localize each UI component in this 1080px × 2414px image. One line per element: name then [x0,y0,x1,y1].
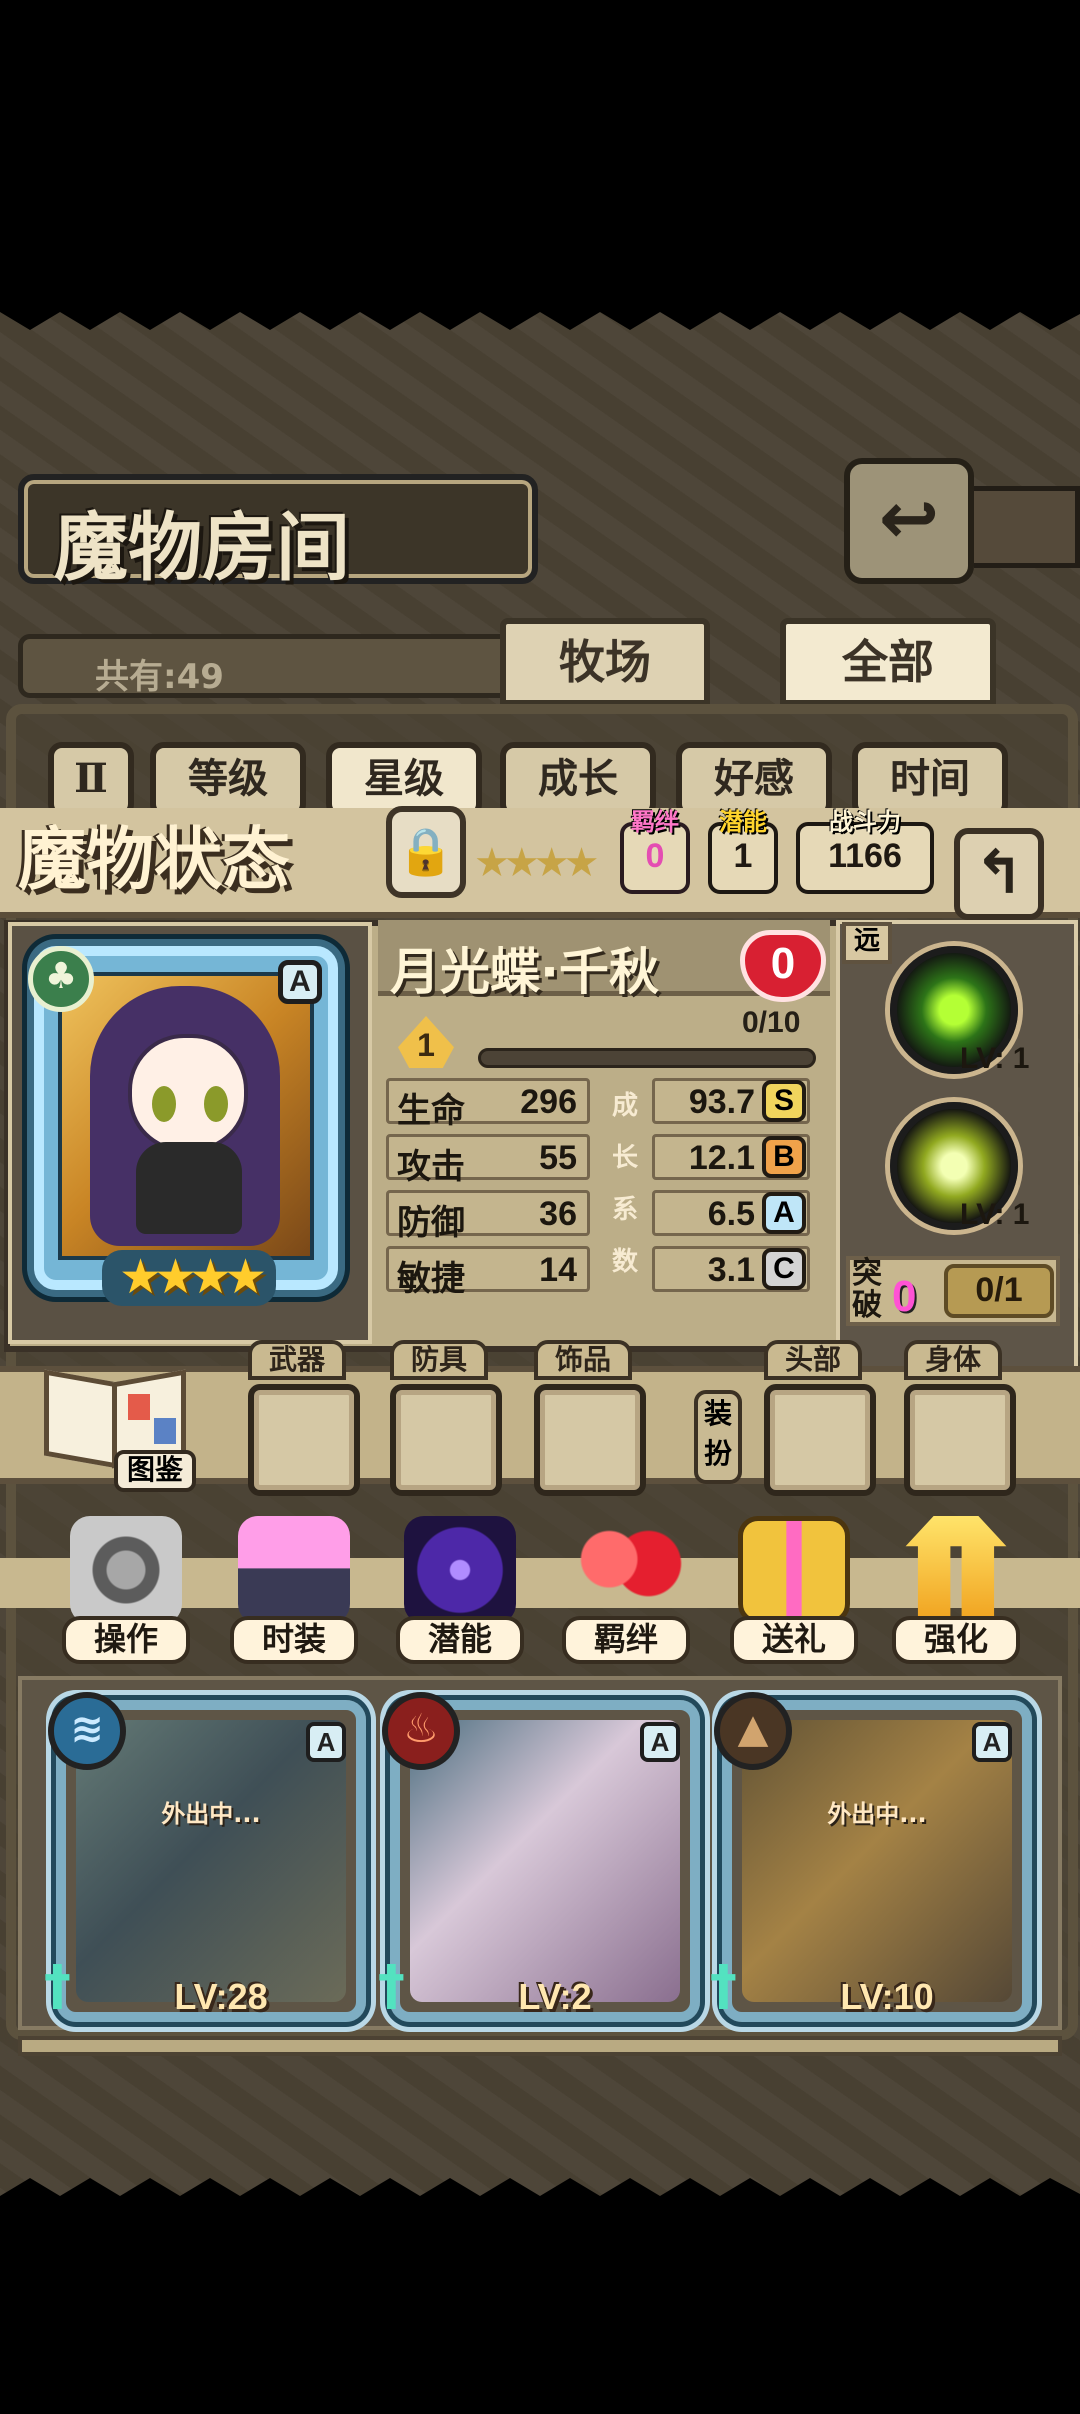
range-tag: 远 [842,922,892,964]
gift-button[interactable]: 送礼 [730,1516,858,1664]
return-arrow-icon: ↰ [973,838,1025,908]
monster-list-item[interactable]: ♨ A † LV:2 [378,1692,700,2022]
grade-attack: B [762,1136,806,1178]
status-back-button[interactable]: ↰ [954,828,1044,920]
monster-list-portrait [76,1720,346,2002]
stat-attack: 攻击 55 [386,1134,590,1187]
portrait-face [128,1034,248,1152]
costume-label: 装扮 [694,1390,742,1484]
rank-badge: A [640,1722,680,1762]
monster-stars: ★★★★ [102,1250,276,1306]
head-label: 头部 [764,1340,862,1380]
xp-bar [478,1048,816,1068]
fashion-button[interactable]: 时装 [230,1516,358,1664]
stat-hp: 生命 296 [386,1078,590,1131]
operation-button[interactable]: 操作 [62,1516,190,1664]
xp-text: 0/10 [742,1006,801,1039]
lock-button[interactable]: 🔒 [386,806,466,898]
game-screen: 魔物房间 ↩ 共有:49 牧场 全部 Ⅱ 等级 星级 成长 好感 时间 魔物状态… [0,296,1080,2212]
pause-sort-icon: Ⅱ [74,755,108,802]
monster-list-item[interactable]: ≋ A 外出中... † LV:28 [44,1692,366,2022]
head-slot[interactable] [764,1384,876,1496]
earth-element-icon: ▲ [714,1692,792,1770]
portrait-body [136,1142,242,1234]
gift-icon [738,1516,850,1624]
sort-affection-button[interactable]: 好感 [676,742,832,818]
monster-level: LV:10 [840,1976,934,2017]
bond-button[interactable]: 羁绊 [562,1516,690,1664]
away-status: 外出中... [827,1800,927,1828]
tab-all[interactable]: 全部 [780,618,996,706]
book-label[interactable]: 图鉴 [114,1450,196,1492]
tab-ranch[interactable]: 牧场 [500,618,710,706]
sort-growth-button[interactable]: 成长 [500,742,656,818]
upgrade-arrows-icon [905,1516,1007,1624]
grade-agility: C [762,1248,806,1290]
power-counter: 战斗力 1166 [796,810,934,894]
stat-agility: 敏捷 14 [386,1246,590,1299]
monster-list-portrait [410,1720,680,2002]
skill-1-level: LV: 1 [960,1042,1030,1075]
leaf-element-icon: ♣ [28,946,94,1012]
enhance-button[interactable]: 强化 [892,1516,1020,1664]
bond-counter: 羁绊 0 [620,810,690,894]
star-strip: ★★★★ [474,840,599,886]
away-status: 外出中... [161,1800,261,1828]
potential-button[interactable]: 潜能 [396,1516,524,1664]
accessory-slot[interactable] [534,1384,646,1496]
rank-badge: A [278,960,322,1004]
bottom-frame-strip [18,2036,1062,2056]
fire-element-icon: ♨ [382,1692,460,1770]
armor-label: 防具 [390,1340,488,1380]
rank-badge: A [972,1722,1012,1762]
gear-icon [70,1516,182,1624]
monster-count: 共有:49 [18,634,538,698]
bottom-torn-edge [0,2178,1080,2212]
potential-counter: 潜能 1 [708,810,778,894]
monster-list-portrait [742,1720,1012,2002]
growth-label: 成长系数 [612,1091,639,1277]
status-title: 魔物状态 [18,820,291,900]
sword-icon: † [710,1954,737,2017]
weapon-slot[interactable] [248,1384,360,1496]
return-arrow-icon: ↩ [878,476,940,560]
body-label: 身体 [904,1340,1002,1380]
breakthrough-value[interactable]: 0/1 [944,1264,1054,1318]
shadow-demon-icon [404,1516,516,1624]
monster-list-item[interactable]: ▲ A 外出中... † LV:10 [710,1692,1032,2022]
armor-slot[interactable] [390,1384,502,1496]
portrait-left-eye [152,1086,176,1122]
header-strip [974,486,1080,568]
stat-defense: 防御 36 [386,1190,590,1243]
grade-hp: S [762,1080,806,1122]
page-title: 魔物房间 [18,474,538,591]
grade-defense: A [762,1192,806,1234]
hearts-icon [570,1516,682,1624]
monster-level: LV:28 [174,1976,268,2017]
breakthrough-label: 突破 [852,1256,882,1323]
sort-time-button[interactable]: 时间 [852,742,1008,818]
skill-2-level: LV: 1 [960,1198,1030,1231]
outfit-icon [238,1516,350,1624]
sword-icon: † [378,1954,405,2017]
back-button[interactable]: ↩ [844,458,974,584]
accessory-label: 饰品 [534,1340,632,1380]
padlock-icon: 🔒 [397,824,455,878]
monster-level: LV:2 [518,1976,592,2017]
water-element-icon: ≋ [48,1692,126,1770]
body-slot[interactable] [904,1384,1016,1496]
top-torn-edge [0,296,1080,330]
rank-badge: A [306,1722,346,1762]
breakthrough-count: 0 [892,1272,917,1321]
sword-icon: † [44,1954,71,2017]
portrait-right-eye [204,1086,228,1122]
weapon-label: 武器 [248,1340,346,1380]
